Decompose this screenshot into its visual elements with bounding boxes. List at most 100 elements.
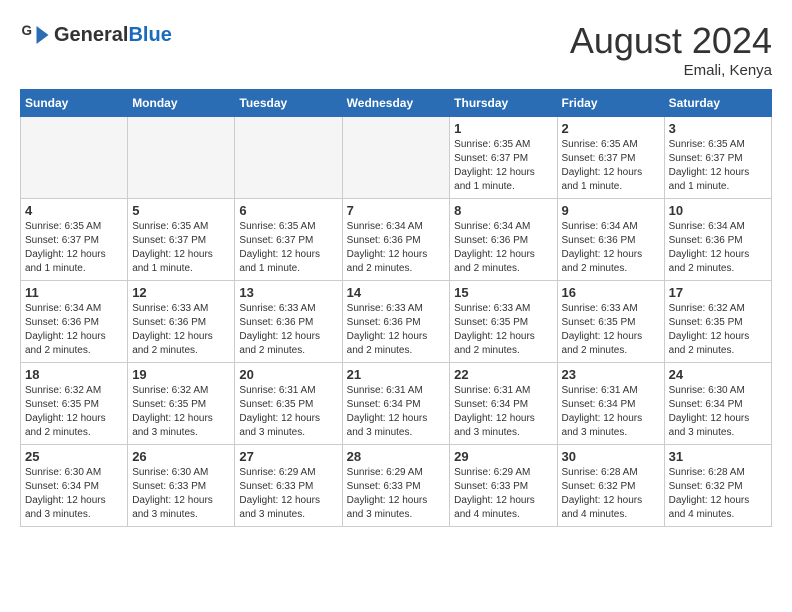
calendar-cell: 19 Sunrise: 6:32 AM Sunset: 6:35 PM Dayli… [128, 363, 235, 445]
calendar-cell: 9Sunrise: 6:34 AM Sunset: 6:36 PM Daylig… [557, 199, 664, 281]
day-info: Sunrise: 6:35 AM Sunset: 6:37 PM Dayligh… [132, 220, 230, 276]
day-number: 25 [25, 449, 123, 464]
day-number: 8 [454, 203, 552, 218]
day-info: Sunrise: 6:32 AM Sunset: 6:35 PM Dayligh… [25, 384, 123, 440]
calendar-cell: 17 Sunrise: 6:32 AM Sunset: 6:35 PM Dayli… [664, 281, 771, 363]
day-info: Sunrise: 6:32 AM Sunset: 6:35 PM Dayligh… [669, 302, 767, 358]
logo-icon: G [20, 20, 50, 50]
day-number: 17 [669, 285, 767, 300]
calendar-cell [235, 117, 342, 199]
day-number: 27 [239, 449, 337, 464]
calendar-cell: 13 Sunrise: 6:33 AM Sunset: 6:36 PM Dayli… [235, 281, 342, 363]
weekday-header-thursday: Thursday [450, 90, 557, 117]
calendar-cell: 28Sunrise: 6:29 AM Sunset: 6:33 PM Dayli… [342, 445, 450, 527]
weekday-header-monday: Monday [128, 90, 235, 117]
day-number: 20 [239, 367, 337, 382]
day-number: 7 [347, 203, 446, 218]
day-info: Sunrise: 6:33 AM Sunset: 6:36 PM Dayligh… [347, 302, 446, 358]
page-header: G GeneralBlue August 2024 Emali, Kenya [20, 20, 772, 79]
day-info: Sunrise: 6:31 AM Sunset: 6:34 PM Dayligh… [347, 384, 446, 440]
day-number: 9 [562, 203, 660, 218]
day-number: 19 [132, 367, 230, 382]
calendar-cell: 26 Sunrise: 6:30 AM Sunset: 6:33 PM Dayli… [128, 445, 235, 527]
day-number: 22 [454, 367, 552, 382]
logo: G GeneralBlue [20, 20, 172, 50]
calendar-cell: 11 Sunrise: 6:34 AM Sunset: 6:36 PM Dayli… [21, 281, 128, 363]
day-number: 11 [25, 285, 123, 300]
day-number: 3 [669, 121, 767, 136]
logo-blue-text: Blue [128, 24, 171, 46]
day-number: 10 [669, 203, 767, 218]
calendar-cell: 25 Sunrise: 6:30 AM Sunset: 6:34 PM Dayli… [21, 445, 128, 527]
calendar-week-row: 25 Sunrise: 6:30 AM Sunset: 6:34 PM Dayli… [21, 445, 772, 527]
calendar-cell: 4 Sunrise: 6:35 AM Sunset: 6:37 PM Daylig… [21, 199, 128, 281]
weekday-header-friday: Friday [557, 90, 664, 117]
day-number: 28 [347, 449, 446, 464]
weekday-header-sunday: Sunday [21, 90, 128, 117]
day-info: Sunrise: 6:30 AM Sunset: 6:34 PM Dayligh… [669, 384, 767, 440]
day-number: 5 [132, 203, 230, 218]
day-info: Sunrise: 6:33 AM Sunset: 6:35 PM Dayligh… [454, 302, 552, 358]
month-year-title: August 2024 [570, 20, 772, 62]
day-info: Sunrise: 6:30 AM Sunset: 6:34 PM Dayligh… [25, 466, 123, 522]
calendar-cell [342, 117, 450, 199]
calendar-cell: 7 Sunrise: 6:34 AM Sunset: 6:36 PM Daylig… [342, 199, 450, 281]
logo-general-text: General [54, 24, 128, 46]
day-number: 26 [132, 449, 230, 464]
calendar-week-row: 1 Sunrise: 6:35 AM Sunset: 6:37 PM Daylig… [21, 117, 772, 199]
calendar-cell [128, 117, 235, 199]
calendar-table: SundayMondayTuesdayWednesdayThursdayFrid… [20, 89, 772, 527]
day-info: Sunrise: 6:31 AM Sunset: 6:34 PM Dayligh… [454, 384, 552, 440]
calendar-header-row: SundayMondayTuesdayWednesdayThursdayFrid… [21, 90, 772, 117]
day-info: Sunrise: 6:34 AM Sunset: 6:36 PM Dayligh… [25, 302, 123, 358]
day-number: 15 [454, 285, 552, 300]
calendar-cell: 24 Sunrise: 6:30 AM Sunset: 6:34 PM Dayli… [664, 363, 771, 445]
calendar-week-row: 4 Sunrise: 6:35 AM Sunset: 6:37 PM Daylig… [21, 199, 772, 281]
calendar-cell: 1Sunrise: 6:35 AM Sunset: 6:37 PM Daylig… [450, 117, 557, 199]
calendar-week-row: 18 Sunrise: 6:32 AM Sunset: 6:35 PM Dayli… [21, 363, 772, 445]
day-info: Sunrise: 6:34 AM Sunset: 6:36 PM Dayligh… [347, 220, 446, 276]
calendar-cell: 31Sunrise: 6:28 AM Sunset: 6:32 PM Dayli… [664, 445, 771, 527]
location-text: Emali, Kenya [570, 62, 772, 79]
day-number: 31 [669, 449, 767, 464]
calendar-cell: 5 Sunrise: 6:35 AM Sunset: 6:37 PM Daylig… [128, 199, 235, 281]
svg-text:G: G [22, 23, 33, 38]
calendar-cell: 18 Sunrise: 6:32 AM Sunset: 6:35 PM Dayli… [21, 363, 128, 445]
calendar-cell: 27 Sunrise: 6:29 AM Sunset: 6:33 PM Dayli… [235, 445, 342, 527]
day-number: 4 [25, 203, 123, 218]
day-info: Sunrise: 6:35 AM Sunset: 6:37 PM Dayligh… [239, 220, 337, 276]
calendar-cell: 23Sunrise: 6:31 AM Sunset: 6:34 PM Dayli… [557, 363, 664, 445]
weekday-header-wednesday: Wednesday [342, 90, 450, 117]
day-number: 21 [347, 367, 446, 382]
calendar-week-row: 11 Sunrise: 6:34 AM Sunset: 6:36 PM Dayli… [21, 281, 772, 363]
day-number: 30 [562, 449, 660, 464]
day-info: Sunrise: 6:30 AM Sunset: 6:33 PM Dayligh… [132, 466, 230, 522]
calendar-cell: 10Sunrise: 6:34 AM Sunset: 6:36 PM Dayli… [664, 199, 771, 281]
calendar-cell: 15 Sunrise: 6:33 AM Sunset: 6:35 PM Dayli… [450, 281, 557, 363]
calendar-cell: 30 Sunrise: 6:28 AM Sunset: 6:32 PM Dayli… [557, 445, 664, 527]
day-info: Sunrise: 6:29 AM Sunset: 6:33 PM Dayligh… [239, 466, 337, 522]
day-info: Sunrise: 6:32 AM Sunset: 6:35 PM Dayligh… [132, 384, 230, 440]
calendar-cell: 22 Sunrise: 6:31 AM Sunset: 6:34 PM Dayli… [450, 363, 557, 445]
day-info: Sunrise: 6:35 AM Sunset: 6:37 PM Dayligh… [669, 138, 767, 194]
day-info: Sunrise: 6:33 AM Sunset: 6:35 PM Dayligh… [562, 302, 660, 358]
day-number: 13 [239, 285, 337, 300]
title-area: August 2024 Emali, Kenya [570, 20, 772, 79]
day-info: Sunrise: 6:33 AM Sunset: 6:36 PM Dayligh… [132, 302, 230, 358]
day-info: Sunrise: 6:35 AM Sunset: 6:37 PM Dayligh… [25, 220, 123, 276]
calendar-cell [21, 117, 128, 199]
day-number: 24 [669, 367, 767, 382]
day-info: Sunrise: 6:35 AM Sunset: 6:37 PM Dayligh… [562, 138, 660, 194]
calendar-cell: 29Sunrise: 6:29 AM Sunset: 6:33 PM Dayli… [450, 445, 557, 527]
day-number: 14 [347, 285, 446, 300]
weekday-header-saturday: Saturday [664, 90, 771, 117]
day-info: Sunrise: 6:34 AM Sunset: 6:36 PM Dayligh… [454, 220, 552, 276]
day-number: 18 [25, 367, 123, 382]
day-info: Sunrise: 6:33 AM Sunset: 6:36 PM Dayligh… [239, 302, 337, 358]
weekday-header-tuesday: Tuesday [235, 90, 342, 117]
day-number: 16 [562, 285, 660, 300]
calendar-cell: 6Sunrise: 6:35 AM Sunset: 6:37 PM Daylig… [235, 199, 342, 281]
day-number: 29 [454, 449, 552, 464]
day-number: 1 [454, 121, 552, 136]
day-info: Sunrise: 6:28 AM Sunset: 6:32 PM Dayligh… [562, 466, 660, 522]
